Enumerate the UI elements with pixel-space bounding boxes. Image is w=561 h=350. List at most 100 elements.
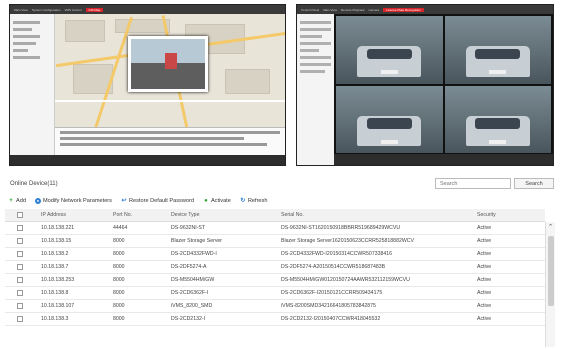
camera-grid	[334, 14, 553, 165]
right-status-bar	[334, 154, 553, 165]
gis-map-screenshot: Main View System Configuration VMS Contr…	[9, 4, 286, 166]
cell-security: Active	[477, 251, 492, 257]
right-tab-remote-playback: Remote Playback	[340, 7, 365, 12]
cell-ip-address: 10.18.138.3	[41, 316, 69, 322]
scrollbar-thumb[interactable]	[548, 236, 554, 306]
cell-ip-address: 10.18.138.15	[41, 238, 72, 244]
row-checkbox[interactable]	[17, 225, 23, 231]
cell-serial: DS-2CD4332FWD-I20150314CCWR507338416	[281, 251, 393, 257]
plus-icon: +	[9, 198, 13, 204]
left-tab-main-view: Main View	[14, 7, 28, 12]
modify-label: Modify Network Parameters	[42, 198, 112, 204]
col-security[interactable]: Security	[477, 212, 545, 218]
table-row[interactable]: 10.18.138.2 8000 DS-2CD4332FWD-I DS-2CD4332…	[5, 248, 545, 261]
online-device-panel: Online Device(11) Search + Add ● Modify …	[0, 176, 561, 350]
cell-serial: DS-9632NI-ST1620150918BBRR519689429WCVU	[281, 225, 401, 231]
cell-port: 8000	[113, 277, 125, 283]
search-input[interactable]	[435, 178, 511, 189]
row-checkbox[interactable]	[17, 316, 23, 322]
col-ip-address[interactable]: IP Address	[35, 212, 113, 218]
cell-security: Active	[477, 264, 492, 270]
cell-security: Active	[477, 238, 492, 244]
page: Main View System Configuration VMS Contr…	[0, 0, 561, 350]
row-checkbox[interactable]	[17, 251, 23, 257]
cell-device-type: DS-9632NI-ST	[171, 225, 206, 231]
cell-device-type: DS-M5504HM/GW	[171, 277, 215, 283]
table-row[interactable]: 10.18.138.15 8000 Blazer Storage Server Bla…	[5, 235, 545, 248]
right-tab-lpr: License Plate Recognition	[383, 7, 424, 12]
col-device-type[interactable]: Device Type	[171, 212, 281, 218]
modify-network-button[interactable]: ● Modify Network Parameters	[34, 198, 112, 204]
activate-button[interactable]: ● Activate	[203, 198, 231, 204]
cell-serial: iVMS-8200SMD34216641805783842875	[281, 303, 376, 309]
cell-security: Active	[477, 277, 492, 283]
activate-icon: ●	[204, 198, 208, 204]
col-port[interactable]: Port No.	[113, 212, 171, 218]
cell-port: 44464	[113, 225, 128, 231]
cell-device-type: DS-2DF5274-A	[171, 264, 207, 270]
cell-device-type: DS-2CD4332FWD-I	[171, 251, 217, 257]
table-row[interactable]: 10.18.138.253 8000 DS-M5504HM/GW DS-M5504HM…	[5, 274, 545, 287]
camera-view-1	[336, 16, 443, 84]
cell-ip-address: 10.18.138.8	[41, 290, 69, 296]
restore-password-button[interactable]: ↩ Restore Default Password	[121, 198, 194, 204]
restore-label: Restore Default Password	[128, 198, 194, 204]
left-tab-vms-control: VMS Control	[64, 7, 82, 12]
row-checkbox[interactable]	[17, 290, 23, 296]
row-checkbox[interactable]	[17, 277, 23, 283]
search-button[interactable]: Search	[514, 178, 554, 189]
cell-serial: DS-2DF5274-A20150514CCWR518687483B	[281, 264, 386, 270]
cell-port: 8000	[113, 238, 125, 244]
table-scrollbar[interactable]: ⌃	[545, 222, 555, 347]
row-checkbox[interactable]	[17, 238, 23, 244]
add-label: Add	[16, 198, 26, 204]
row-checkbox[interactable]	[17, 303, 23, 309]
select-all-checkbox[interactable]	[17, 212, 23, 218]
right-tab-control-panel: Control Panel	[301, 7, 320, 12]
refresh-button[interactable]: ↻ Refresh	[240, 198, 268, 204]
refresh-icon: ↻	[240, 198, 246, 204]
cell-port: 8000	[113, 290, 125, 296]
scroll-up-icon[interactable]: ⌃	[546, 223, 555, 231]
cell-serial: DS-2CD6362F-I20150121CCRR509434175	[281, 290, 383, 296]
online-device-title: Online Device(11)	[10, 181, 58, 187]
cell-device-type: iVMS_8200_SMD	[171, 303, 213, 309]
table-row[interactable]: 10.18.138.221 44464 DS-9632NI-ST DS-9632NI-…	[5, 222, 545, 235]
camera-view-2	[444, 16, 551, 84]
row-checkbox[interactable]	[17, 264, 23, 270]
restore-arrow-icon: ↩	[121, 198, 127, 204]
right-screenshot-tabbar: Control Panel Main View Remote Playback …	[297, 5, 553, 14]
device-toolbar: + Add ● Modify Network Parameters ↩ Rest…	[8, 196, 267, 206]
table-row[interactable]: 10.18.138.8 8000 DS-2CD6362F-I DS-2CD6362F-…	[5, 287, 545, 300]
cell-port: 8000	[113, 316, 125, 322]
cell-ip-address: 10.18.138.7	[41, 264, 69, 270]
camera-view-3	[336, 85, 443, 153]
right-camera-tree	[297, 14, 334, 165]
cell-serial: Blazer Storage Server1620150623CCRR52581…	[281, 238, 414, 244]
table-row[interactable]: 10.18.138.3 8000 DS-2CD2132-I DS-2CD2132-I2…	[5, 313, 545, 326]
left-tab-gis-map: GIS Map	[85, 7, 104, 12]
cell-serial: DS-M5504HM/GW0120150724AAWR532112159WCVU	[281, 277, 410, 283]
refresh-label: Refresh	[247, 198, 268, 204]
left-tab-system-config: System Configuration	[31, 7, 61, 12]
table-row[interactable]: 10.18.138.107 8000 iVMS_8200_SMD iVMS-8200S…	[5, 300, 545, 313]
left-device-tree	[10, 14, 55, 165]
left-event-list	[55, 127, 285, 155]
cell-security: Active	[477, 316, 492, 322]
col-serial[interactable]: Serial No.	[281, 212, 477, 218]
add-button[interactable]: + Add	[8, 198, 26, 204]
table-row[interactable]: 10.18.138.7 8000 DS-2DF5274-A DS-2DF5274-A2…	[5, 261, 545, 274]
cell-device-type: DS-2CD2132-I	[171, 316, 206, 322]
left-screenshot-tabbar: Main View System Configuration VMS Contr…	[10, 5, 285, 14]
cell-security: Active	[477, 225, 492, 231]
map-video-popup	[128, 36, 208, 92]
cell-port: 8000	[113, 303, 125, 309]
cell-security: Active	[477, 303, 492, 309]
cell-ip-address: 10.18.138.107	[41, 303, 75, 309]
right-tab-camera: Camera	[368, 7, 380, 12]
activate-label: Activate	[210, 198, 231, 204]
cell-security: Active	[477, 290, 492, 296]
cell-port: 8000	[113, 264, 125, 270]
left-status-bar	[10, 155, 285, 165]
cell-device-type: Blazer Storage Server	[171, 238, 223, 244]
